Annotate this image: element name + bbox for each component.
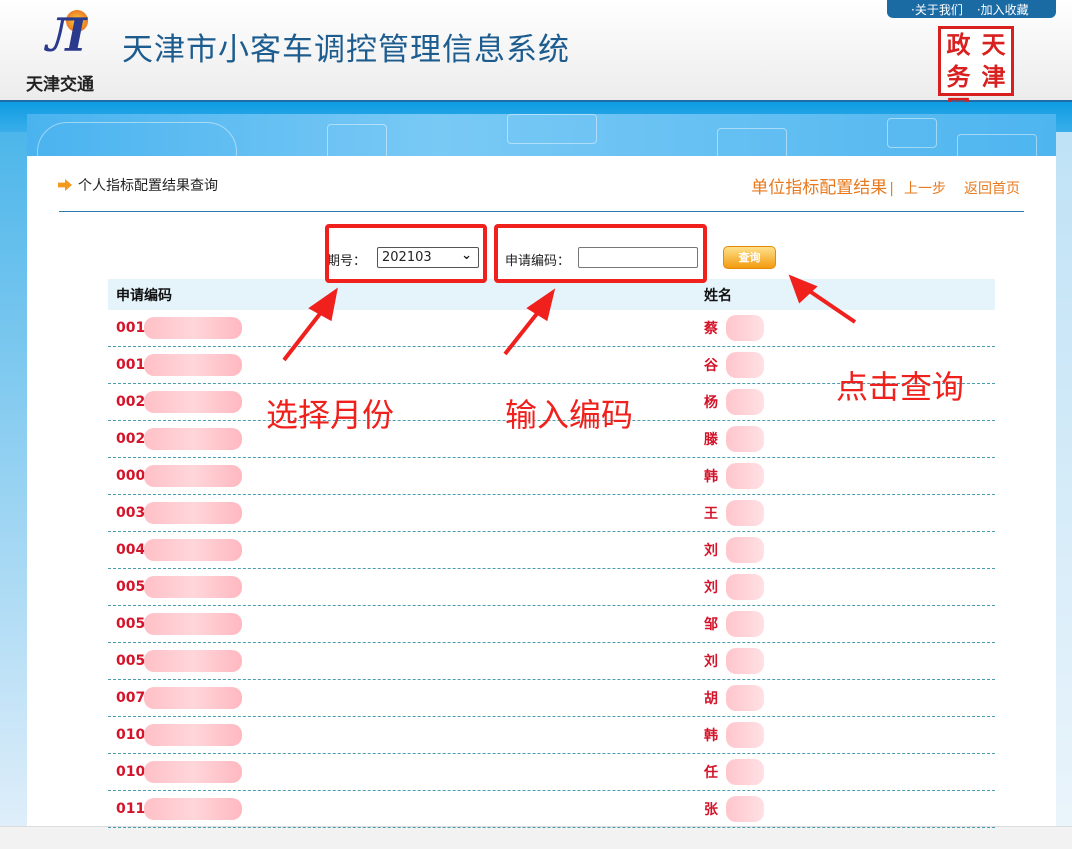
annotation-enter-code: 输入编码 bbox=[505, 396, 634, 434]
annotation-click-search: 点击查询 bbox=[836, 368, 965, 406]
annotation-select-month: 选择月份 bbox=[266, 396, 395, 434]
